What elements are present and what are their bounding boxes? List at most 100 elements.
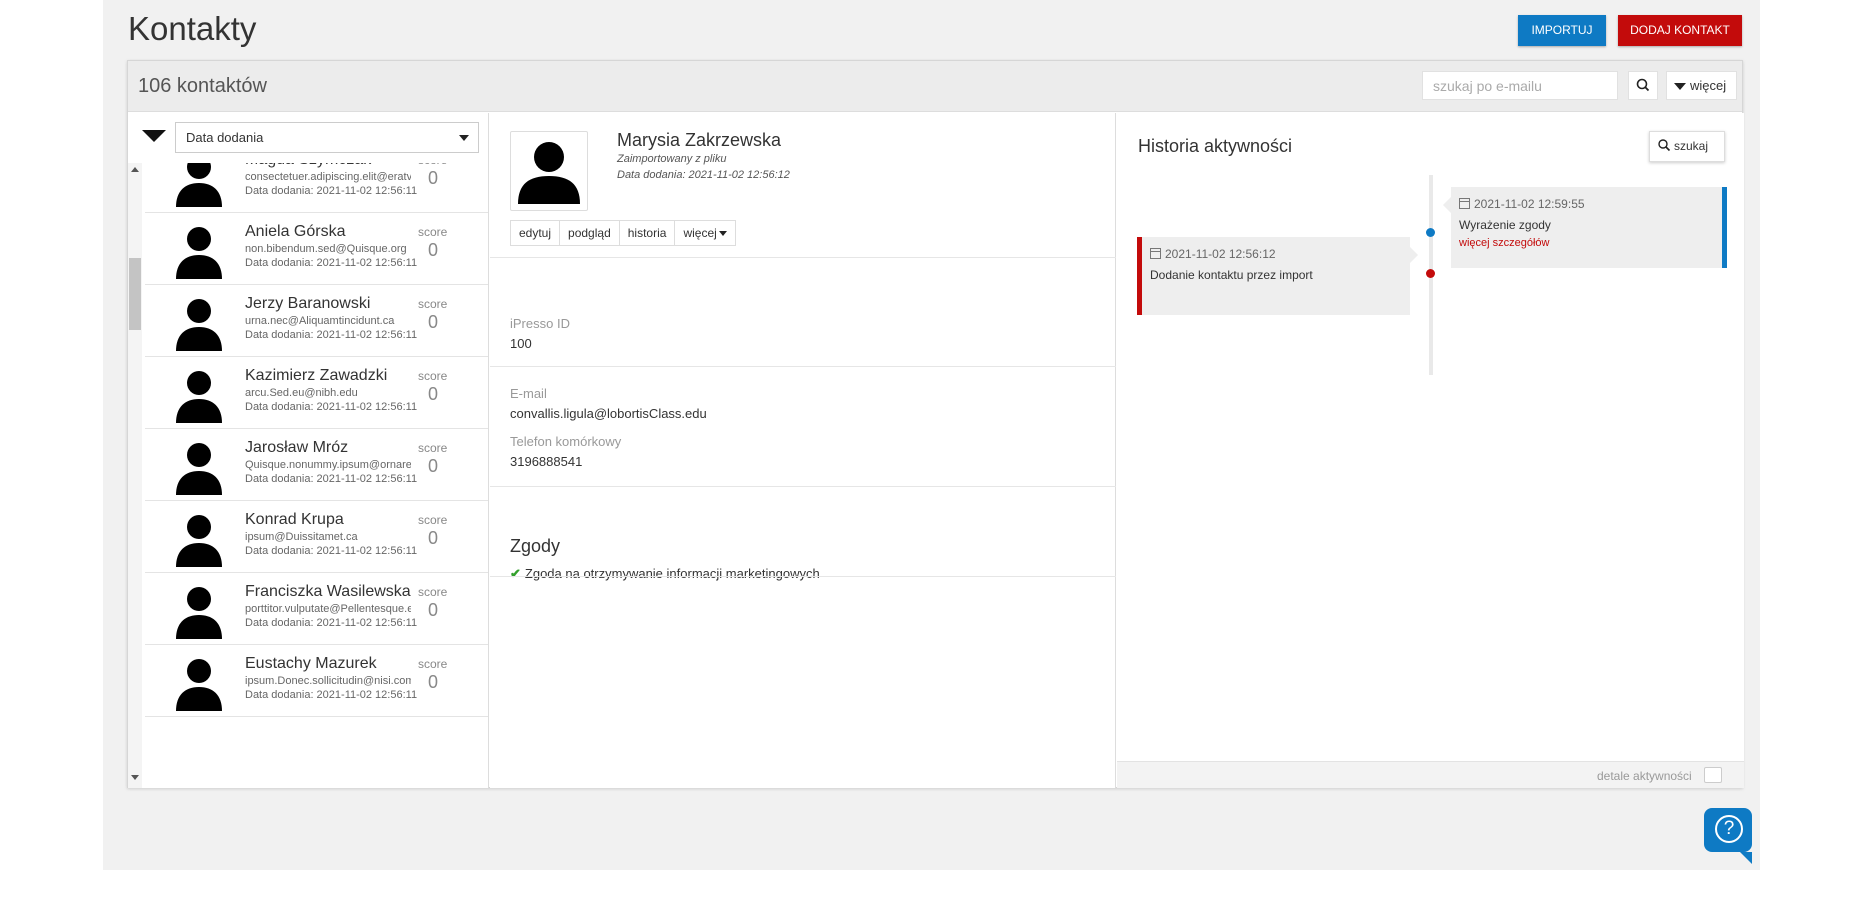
timeline-dot bbox=[1426, 269, 1435, 278]
user-silhouette-icon bbox=[176, 371, 222, 423]
list-item[interactable]: Konrad Krupa ipsum@Duissitamet.ca Data dod… bbox=[145, 501, 488, 573]
contact-email: consectetuer.adipiscing.elit@eratvolutpa… bbox=[245, 171, 411, 183]
ipresso-id-label: iPresso ID bbox=[510, 316, 570, 331]
score-label: score bbox=[418, 163, 447, 167]
email-search-input[interactable] bbox=[1422, 71, 1618, 100]
phone-value: 3196888541 bbox=[510, 454, 583, 469]
score-value: 0 bbox=[428, 384, 439, 404]
contact-list: Data dodania Magda Szymczak consectetuer.… bbox=[128, 113, 489, 788]
contact-count: 106 kontaktów bbox=[138, 75, 267, 97]
activity-details-toggle[interactable] bbox=[1704, 767, 1722, 783]
event-details-link[interactable]: więcej szczegółów bbox=[1459, 237, 1549, 249]
consents-title: Zgody bbox=[510, 536, 561, 556]
contact-name: Aniela Górska bbox=[245, 223, 346, 240]
scroll-down-arrow-icon[interactable] bbox=[131, 775, 139, 780]
timeline-dot bbox=[1426, 228, 1435, 237]
contact-email: ipsum.Donec.sollicitudin@nisi.com bbox=[245, 675, 411, 687]
event-date-text: 2021-11-02 12:59:55 bbox=[1474, 197, 1585, 211]
page-title: Kontakty bbox=[128, 10, 257, 47]
email-label: E-mail bbox=[510, 386, 547, 401]
list-items: Magda Szymczak consectetuer.adipiscing.el… bbox=[145, 163, 488, 788]
user-silhouette-icon bbox=[176, 587, 222, 639]
consent-text: Zgoda na otrzymywanie informacji marketi… bbox=[524, 566, 820, 581]
score-label: score bbox=[418, 225, 448, 239]
history-search-button[interactable]: szukaj bbox=[1649, 131, 1725, 162]
timeline-event: 2021-11-02 12:56:12 Dodanie kontaktu prz… bbox=[1137, 237, 1418, 315]
user-silhouette-icon bbox=[176, 515, 222, 567]
question-mark-icon: ? bbox=[1715, 815, 1743, 843]
contact-email: urna.nec@Aliquamtincidunt.ca bbox=[245, 315, 395, 327]
sort-direction-icon[interactable] bbox=[142, 130, 166, 142]
list-item[interactable]: Aniela Górska non.bibendum.sed@Quisque.or… bbox=[145, 213, 488, 285]
list-item[interactable]: Franciszka Wasilewska porttitor.vulputate… bbox=[145, 573, 488, 645]
sort-select-value: Data dodania bbox=[186, 130, 264, 145]
more-actions-label: więcej bbox=[683, 226, 717, 240]
check-icon: ✔ bbox=[510, 566, 521, 581]
contact-email: arcu.Sed.eu@nibh.edu bbox=[245, 387, 358, 399]
caret-down-icon bbox=[718, 231, 727, 237]
user-silhouette-icon bbox=[176, 163, 222, 207]
contact-avatar bbox=[510, 131, 588, 211]
search-icon bbox=[1636, 78, 1650, 92]
score-value: 0 bbox=[428, 456, 439, 476]
contact-date: Data dodania: 2021-11-02 12:56:11 bbox=[245, 545, 418, 557]
import-button[interactable]: IMPORTUJ bbox=[1518, 15, 1606, 46]
score-value: 0 bbox=[428, 168, 439, 188]
score-value: 0 bbox=[428, 600, 439, 620]
score-label: score bbox=[418, 585, 448, 599]
activity-history: Historia aktywności szukaj 2021-11-02 12… bbox=[1117, 113, 1744, 788]
score-value: 0 bbox=[428, 240, 439, 260]
caret-down-icon bbox=[1674, 83, 1686, 91]
add-contact-button[interactable]: DODAJ KONTAKT bbox=[1618, 15, 1742, 46]
list-item[interactable]: Jerzy Baranowski urna.nec@Aliquamtincidun… bbox=[145, 285, 488, 357]
scroll-up-arrow-icon[interactable] bbox=[131, 167, 139, 172]
list-item[interactable]: Jarosław Mróz Quisque.nonummy.ipsum@ornar… bbox=[145, 429, 488, 501]
history-button[interactable]: historia bbox=[619, 221, 676, 245]
contact-name: Marysia Zakrzewska bbox=[617, 130, 782, 150]
contact-date: Data dodania: 2021-11-02 12:56:11 bbox=[245, 329, 418, 341]
scroll-thumb[interactable] bbox=[129, 258, 141, 330]
calendar-icon bbox=[1459, 198, 1470, 209]
list-item[interactable]: Kazimierz Zawadzki arcu.Sed.eu@nibh.edu Da… bbox=[145, 357, 488, 429]
help-button[interactable]: ? bbox=[1704, 808, 1752, 864]
divider bbox=[490, 486, 1116, 487]
list-scrollbar[interactable] bbox=[128, 163, 142, 788]
contact-date: Data dodania: 2021-11-02 12:56:11 bbox=[245, 257, 418, 269]
score-value: 0 bbox=[428, 528, 439, 548]
user-silhouette-icon bbox=[176, 227, 222, 279]
more-actions-button[interactable]: więcej bbox=[675, 221, 735, 245]
contact-date: Data dodania: 2021-11-02 12:56:11 bbox=[245, 473, 418, 485]
divider bbox=[490, 576, 1116, 577]
email-value: convallis.ligula@lobortisClass.edu bbox=[510, 406, 707, 421]
score-label: score bbox=[418, 441, 448, 455]
event-date: 2021-11-02 12:59:55 bbox=[1459, 197, 1585, 211]
search-button[interactable] bbox=[1628, 71, 1658, 100]
contact-email: Quisque.nonummy.ipsum@ornareFusce bbox=[245, 459, 411, 471]
contact-name: Eustachy Mazurek bbox=[245, 655, 377, 672]
divider bbox=[490, 257, 1116, 258]
card-pointer bbox=[1443, 197, 1451, 213]
contact-added-date: Data dodania: 2021-11-02 12:56:12 bbox=[617, 169, 790, 181]
score-value: 0 bbox=[428, 312, 439, 332]
event-text: Wyrażenie zgody bbox=[1459, 218, 1551, 232]
more-filters-button[interactable]: więcej bbox=[1666, 71, 1737, 100]
contact-detail: Marysia Zakrzewska Zaimportowany z pliku… bbox=[490, 113, 1116, 788]
list-item[interactable]: Eustachy Mazurek ipsum.Donec.sollicitudin… bbox=[145, 645, 488, 717]
event-date: 2021-11-02 12:56:12 bbox=[1150, 247, 1276, 261]
score-label: score bbox=[418, 369, 448, 383]
edit-button[interactable]: edytuj bbox=[511, 221, 561, 245]
contact-name: Kazimierz Zawadzki bbox=[245, 367, 388, 384]
sort-select[interactable]: Data dodania bbox=[175, 122, 479, 153]
contact-name: Jerzy Baranowski bbox=[245, 295, 371, 312]
contact-date: Data dodania: 2021-11-02 12:56:11 bbox=[245, 185, 418, 197]
phone-label: Telefon komórkowy bbox=[510, 434, 622, 449]
caret-down-icon bbox=[459, 135, 469, 141]
event-date-text: 2021-11-02 12:56:12 bbox=[1165, 247, 1276, 261]
divider bbox=[490, 366, 1116, 367]
contact-email: ipsum@Duissitamet.ca bbox=[245, 531, 358, 543]
score-value: 0 bbox=[428, 672, 439, 692]
list-item[interactable]: Magda Szymczak consectetuer.adipiscing.el… bbox=[145, 163, 488, 213]
user-silhouette-icon bbox=[176, 659, 222, 711]
preview-button[interactable]: podgląd bbox=[560, 221, 620, 245]
contact-date: Data dodania: 2021-11-02 12:56:11 bbox=[245, 401, 418, 413]
